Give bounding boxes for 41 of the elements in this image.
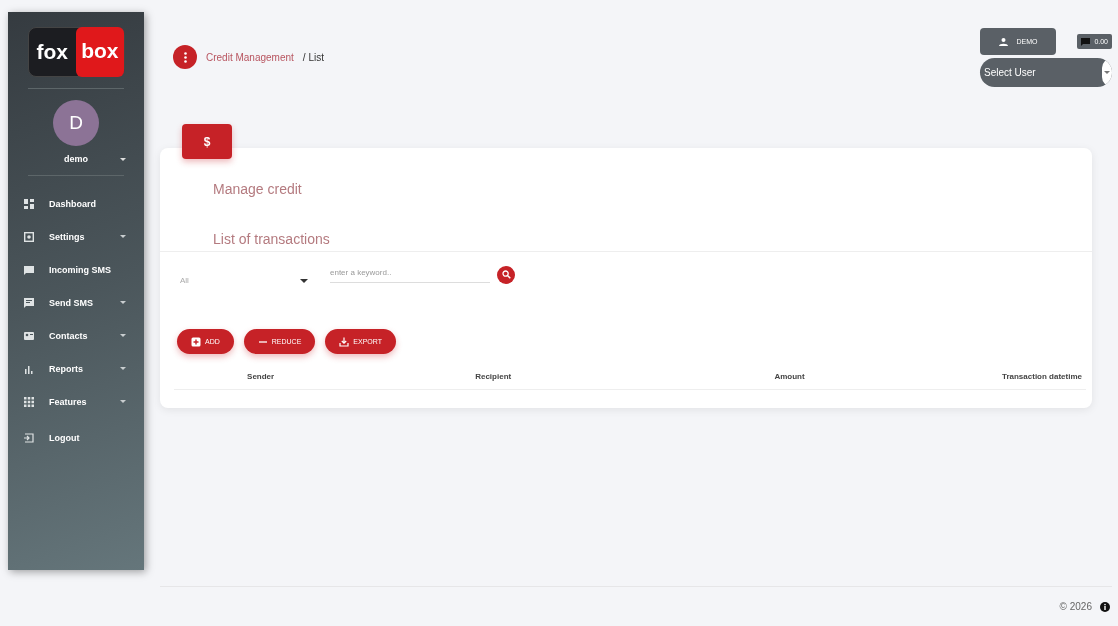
card-title: Manage credit [213,181,303,197]
sidebar-item[interactable]: Dashboard [18,187,134,220]
chat-icon [24,264,34,275]
sidebar-item[interactable]: Incoming SMS [18,253,134,286]
search-icon [501,270,511,279]
dashboard-icon [24,198,34,209]
logout-icon [24,432,34,443]
caret-icon[interactable] [120,158,126,161]
grid-icon [24,396,34,407]
breadcrumb-link[interactable]: Credit Management [206,51,294,63]
settings-icon [24,231,34,242]
caret-icon [1104,71,1110,74]
sidebar-item[interactable]: Contacts [18,319,134,352]
chat-icon [1081,37,1091,46]
sidebar-item[interactable]: Logout [18,421,134,454]
user-select[interactable]: Select User [980,58,1112,87]
copyright-text: © 2026 [1059,601,1092,612]
more-button[interactable] [173,45,197,69]
column-header: Transaction datetime [940,366,1086,390]
sidebar-item[interactable]: Send SMS [18,286,134,319]
avatar: D [53,100,99,146]
logo-text: fox [36,40,68,64]
person-icon [998,37,1008,46]
search-button[interactable] [497,265,515,284]
contact-card-icon [24,330,34,341]
column-header: Sender [174,366,348,390]
card-subtitle: List of transactions [213,231,331,247]
column-header: Amount [639,366,941,390]
breadcrumb-current: / List [302,51,324,63]
plus-square-icon [191,336,201,347]
dots-icon [183,51,187,63]
sidebar-item[interactable]: Features [18,385,134,418]
user-name: demo [64,154,88,164]
bar-chart-icon [24,363,34,374]
message-icon [24,297,34,308]
logo-text-badge: box [76,27,124,77]
download-icon [339,336,350,347]
sidebar-item[interactable]: Settings [18,220,134,253]
column-header: Recipient [347,366,640,390]
sidebar-item[interactable]: Reports [18,352,134,385]
info-icon[interactable] [1100,601,1110,612]
